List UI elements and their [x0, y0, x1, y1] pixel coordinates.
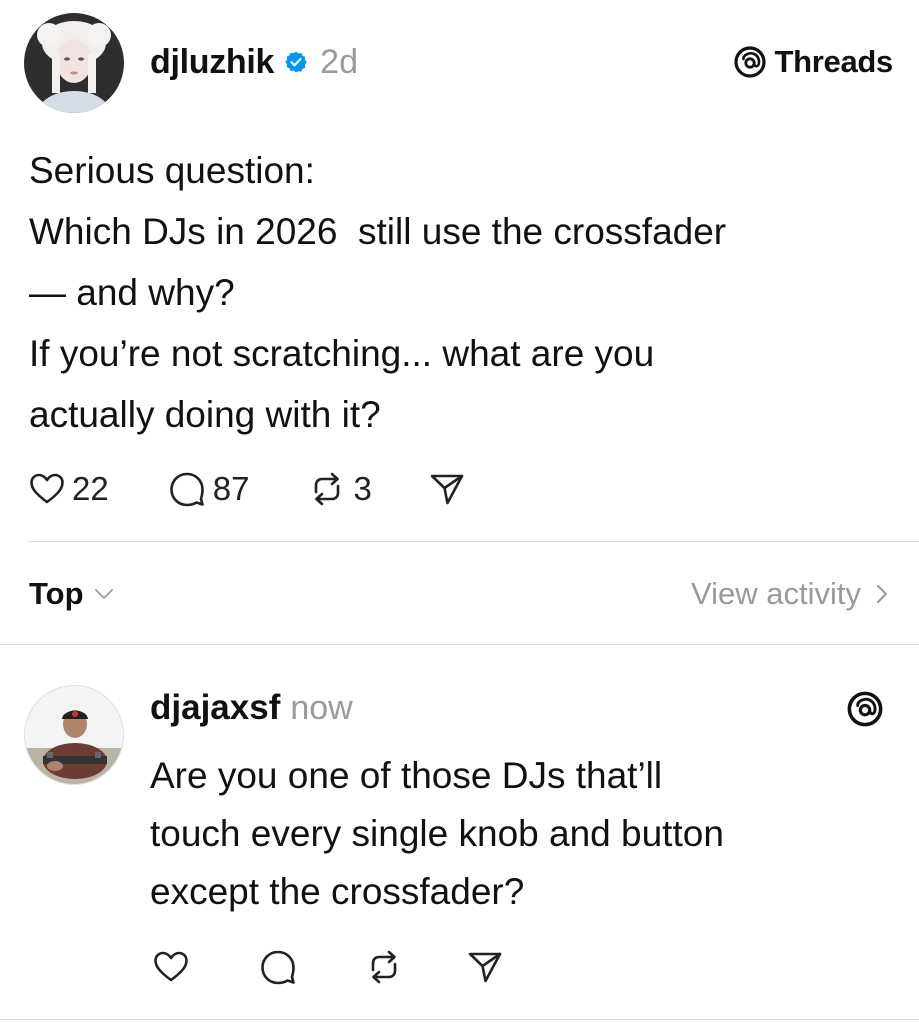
reply-author-avatar[interactable]	[24, 685, 124, 785]
reply-text-line: except the crossfader?	[150, 871, 525, 912]
repost-count: 3	[353, 470, 372, 507]
post-text-line: Serious question:	[29, 150, 315, 191]
threads-logo-icon	[733, 46, 766, 78]
like-count: 22	[72, 470, 109, 507]
reply-comment-button[interactable]	[258, 947, 298, 987]
reply-text-line: Are you one of those DJs that’ll	[150, 755, 663, 796]
reply-like-button[interactable]	[152, 948, 190, 986]
comment-bubble-icon	[169, 472, 204, 507]
reply-repost-button[interactable]	[364, 947, 404, 987]
share-button[interactable]	[428, 470, 466, 508]
repost-icon	[371, 950, 397, 984]
author-username[interactable]: djluzhik	[150, 43, 274, 82]
threads-logo-icon[interactable]	[846, 690, 884, 728]
reply-count: 87	[212, 470, 250, 507]
divider	[0, 644, 919, 645]
post-body: Serious question: Which DJs in 2026 stil…	[29, 140, 899, 445]
post-timestamp: 2d	[320, 42, 358, 81]
repost-icon	[315, 472, 340, 506]
view-activity-link[interactable]: View activity	[691, 570, 889, 618]
reply-author-username[interactable]: djajaxsf	[150, 688, 280, 728]
chevron-down-icon	[94, 589, 113, 599]
view-activity-label: View activity	[691, 576, 861, 611]
reply-actions	[152, 942, 504, 992]
verified-badge-icon	[285, 51, 307, 73]
divider	[0, 1019, 919, 1020]
post-header: djluzhik 2d	[150, 36, 358, 88]
post-text-line: Which DJs in 2026 still use the crossfad…	[29, 211, 727, 252]
replies-sort-bar: Top View activity	[29, 570, 889, 618]
heart-icon	[30, 473, 64, 504]
reply-button[interactable]: 87	[167, 469, 250, 509]
send-icon	[468, 952, 502, 983]
sort-label: Top	[29, 576, 84, 611]
like-button[interactable]: 22	[28, 470, 109, 508]
reply-timestamp: now	[290, 688, 353, 727]
post-actions: 22 87 3	[28, 464, 466, 514]
send-icon	[430, 474, 464, 505]
sort-dropdown[interactable]: Top	[29, 570, 114, 618]
repost-button[interactable]: 3	[307, 469, 372, 509]
threads-label: Threads	[774, 44, 894, 79]
post-text-line: — and why?	[29, 272, 235, 313]
reply-body: Are you one of those DJs that’ll touch e…	[150, 747, 890, 921]
post-text-line: If you’re not scratching... what are you	[29, 333, 655, 374]
chevron-right-icon	[877, 585, 887, 603]
heart-icon	[154, 951, 188, 982]
reply-header: djajaxsf now	[150, 684, 353, 732]
comment-bubble-icon	[261, 950, 295, 985]
post-text-line: actually doing with it?	[29, 394, 381, 435]
author-avatar[interactable]	[24, 13, 124, 113]
divider	[28, 541, 919, 542]
reply-share-button[interactable]	[466, 948, 504, 986]
open-in-threads-link[interactable]: Threads	[733, 38, 894, 86]
reply-text-line: touch every single knob and button	[150, 813, 724, 854]
